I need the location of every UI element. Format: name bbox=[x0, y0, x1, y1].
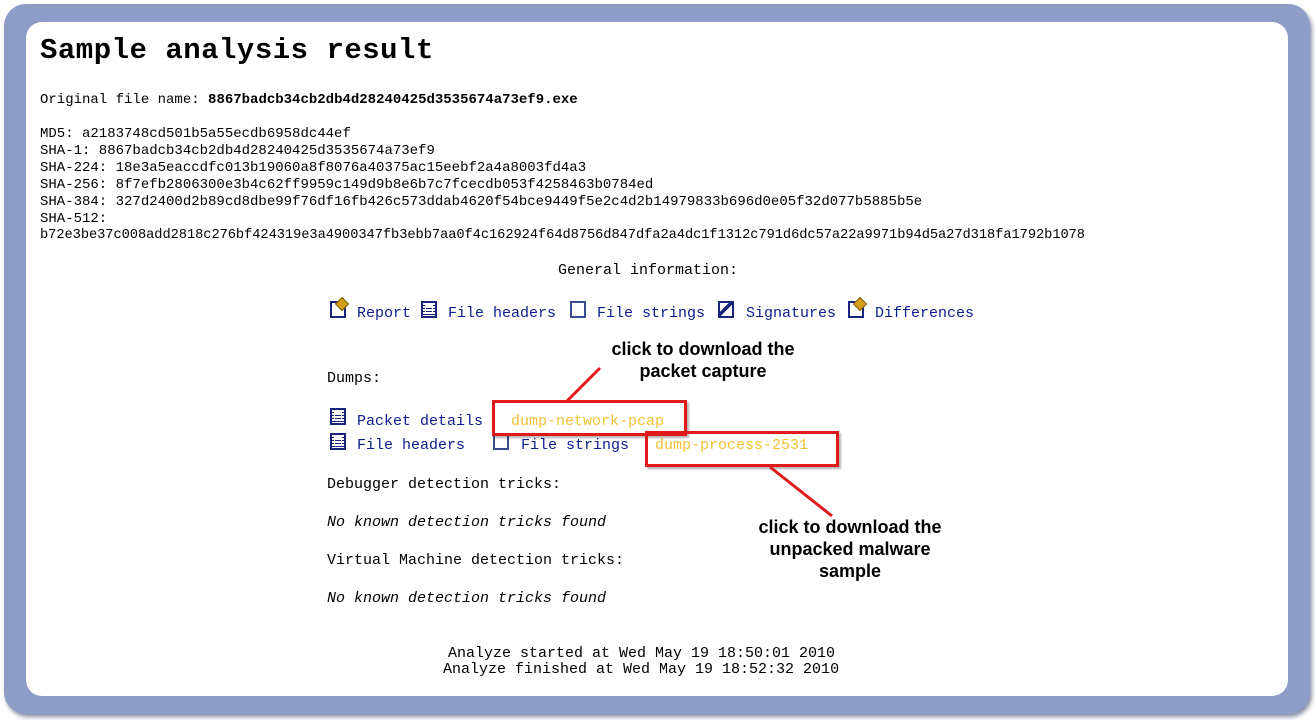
malware-callout: click to download the unpacked malware s… bbox=[735, 516, 965, 582]
pcap-callout: click to download the packet capture bbox=[588, 338, 818, 382]
pcap-callout-line-1: click to download the bbox=[611, 339, 795, 359]
malware-callout-line-2: unpacked malware bbox=[769, 539, 931, 559]
malware-callout-line-1: click to download the bbox=[758, 517, 942, 537]
malware-callout-line-3: sample bbox=[818, 561, 882, 581]
pcap-callout-line-2: packet capture bbox=[639, 361, 767, 381]
